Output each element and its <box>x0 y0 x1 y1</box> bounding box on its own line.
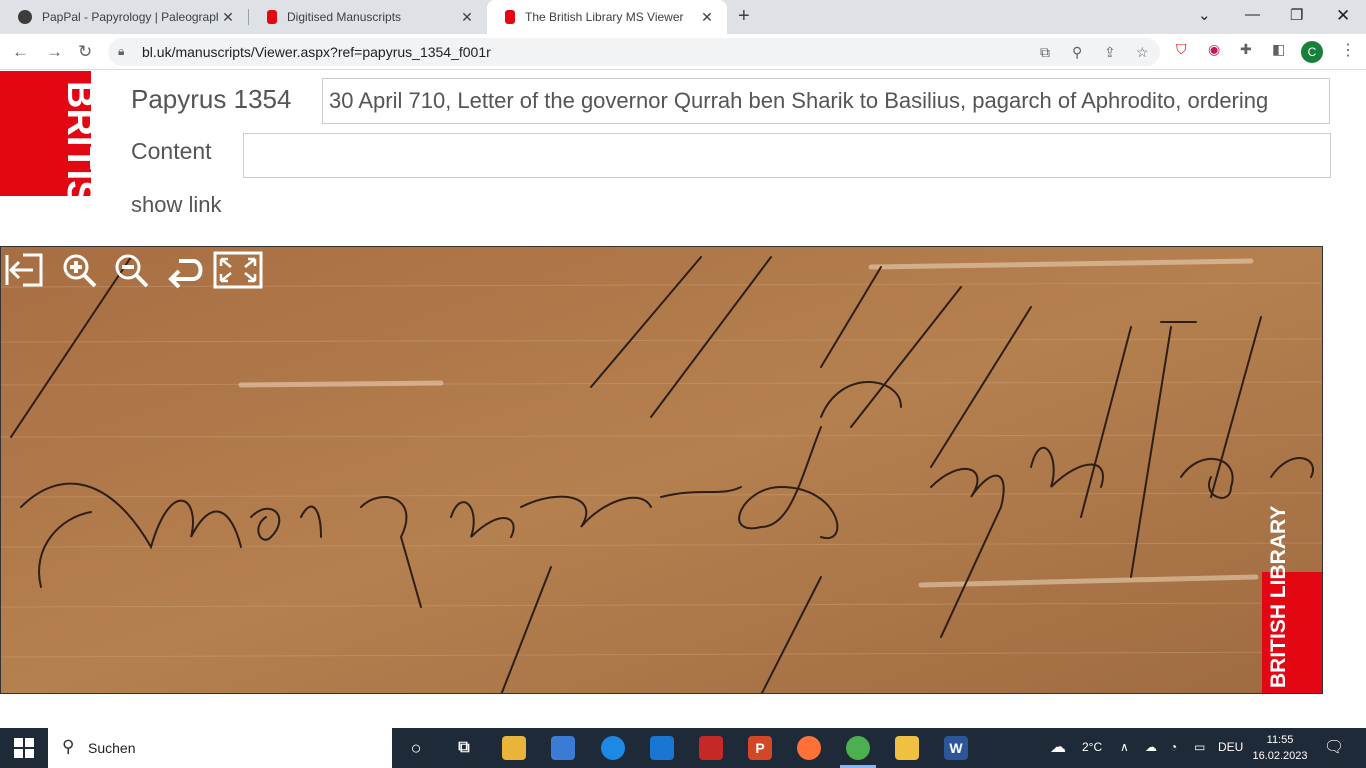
lock-icon[interactable]: 🔒︎ <box>118 44 124 59</box>
content-label: Content <box>131 138 212 164</box>
windows-start-icon[interactable] <box>14 738 34 758</box>
notifications-icon[interactable]: 🗨︎ <box>1324 737 1344 757</box>
extensions-puzzle-icon[interactable]: ✚ <box>1240 41 1252 58</box>
minimize-icon[interactable]: — <box>1245 6 1260 23</box>
profile-avatar[interactable]: C <box>1301 41 1323 63</box>
menu-kebab-icon[interactable]: ⋮ <box>1340 40 1356 60</box>
wifi-icon[interactable]: ◔ <box>1170 740 1177 754</box>
british-library-icon <box>267 10 277 24</box>
tab-bar: PapPal - Papyrology | Paleograph ✕ Digit… <box>0 0 1366 34</box>
weather-icon[interactable]: ☁ <box>1050 737 1066 757</box>
papyrus-image[interactable] <box>1 247 1323 694</box>
translate-icon[interactable]: ⧉ <box>1040 44 1050 61</box>
zoom-icon[interactable]: ⚲ <box>1072 44 1082 61</box>
description-field[interactable]: 30 April 710, Letter of the governor Qur… <box>322 78 1330 124</box>
onedrive-icon[interactable]: ☁ <box>1145 740 1157 754</box>
mail-icon[interactable] <box>650 736 674 760</box>
browser-toolbar: ← → ↻ 🔒︎ bl.uk/manuscripts/Viewer.aspx?r… <box>0 34 1366 70</box>
fullscreen-icon[interactable] <box>213 251 263 289</box>
show-hidden-icons[interactable]: ∧ <box>1120 740 1129 754</box>
windows-taskbar: ⚲ Suchen ○ ⧉ P W ☁ 2°C ∧ ☁ ◔ ▭ DEU 11:55… <box>0 728 1366 768</box>
zoom-out-icon[interactable] <box>111 251 153 289</box>
manuscript-title: Papyrus 1354 <box>131 84 292 114</box>
powerpoint-icon[interactable]: P <box>748 736 772 760</box>
tab-ms-viewer[interactable]: The British Library MS Viewer ✕ <box>487 0 727 34</box>
close-tab-icon[interactable]: ✕ <box>457 9 477 26</box>
british-library-logo[interactable]: BRITISH LIBRARY <box>0 71 91 196</box>
show-link[interactable]: show link <box>131 192 221 218</box>
file-manager-icon[interactable] <box>895 736 919 760</box>
tab-search-icon[interactable]: ⌄ <box>1198 6 1211 24</box>
language-indicator[interactable]: DEU <box>1218 740 1243 754</box>
store-icon[interactable] <box>551 736 575 760</box>
chrome-icon[interactable] <box>846 736 870 760</box>
clock[interactable]: 11:55 16.02.2023 <box>1252 732 1308 764</box>
edge-icon[interactable] <box>601 736 625 760</box>
side-panel-icon[interactable]: ◧ <box>1272 41 1285 58</box>
weather-temp[interactable]: 2°C <box>1082 740 1102 754</box>
pappal-icon <box>18 10 32 24</box>
restore-icon[interactable]: ❐ <box>1290 6 1303 24</box>
extension-lr-icon[interactable]: ◉ <box>1208 41 1220 58</box>
manuscript-viewer[interactable]: BRITISH LIBRARY <box>0 246 1323 694</box>
watermark-text: BRITISH LIBRARY <box>1267 505 1290 688</box>
british-library-icon <box>505 10 515 24</box>
extension-shield-icon[interactable]: ⛉ <box>1176 41 1187 58</box>
close-window-icon[interactable]: ✕ <box>1336 6 1350 26</box>
taskbar-search[interactable]: ⚲ Suchen <box>48 728 392 768</box>
clock-date: 16.02.2023 <box>1252 750 1308 762</box>
back-icon[interactable]: ← <box>12 42 29 62</box>
tab-title: The British Library MS Viewer <box>525 10 684 24</box>
british-library-watermark: BRITISH LIBRARY <box>1262 506 1322 693</box>
address-bar[interactable]: 🔒︎ bl.uk/manuscripts/Viewer.aspx?ref=pap… <box>108 38 1160 66</box>
battery-icon[interactable]: ▭ <box>1194 740 1205 754</box>
bookmark-star-icon[interactable]: ☆ <box>1136 44 1149 61</box>
word-icon[interactable]: W <box>944 736 968 760</box>
reload-icon[interactable]: ↻ <box>78 42 92 62</box>
rotate-icon[interactable] <box>163 251 205 289</box>
tab-title: PapPal - Papyrology | Paleograph <box>42 10 218 24</box>
acrobat-icon[interactable] <box>699 736 723 760</box>
tab-digitised-manuscripts[interactable]: Digitised Manuscripts ✕ <box>249 0 487 34</box>
close-tab-icon[interactable]: ✕ <box>697 9 717 26</box>
clock-time: 11:55 <box>1266 734 1294 746</box>
logo-text: BRITISH LIBRARY <box>59 81 91 196</box>
search-icon: ⚲ <box>62 737 75 756</box>
tab-pappal[interactable]: PapPal - Papyrology | Paleograph ✕ <box>0 0 248 34</box>
share-icon[interactable]: ⇪ <box>1104 44 1116 61</box>
firefox-icon[interactable] <box>797 736 821 760</box>
task-view-icon[interactable]: ⧉ <box>452 736 476 760</box>
url-text: bl.uk/manuscripts/Viewer.aspx?ref=papyru… <box>142 44 491 60</box>
content-field[interactable] <box>243 133 1331 178</box>
search-placeholder: Suchen <box>88 740 136 756</box>
close-tab-icon[interactable]: ✕ <box>218 9 238 26</box>
zoom-in-icon[interactable] <box>59 251 101 289</box>
cortana-icon[interactable]: ○ <box>404 736 428 760</box>
tab-title: Digitised Manuscripts <box>287 10 402 24</box>
file-explorer-icon[interactable] <box>502 736 526 760</box>
exit-icon[interactable] <box>3 251 45 289</box>
new-tab-icon[interactable]: + <box>738 5 750 28</box>
forward-icon[interactable]: → <box>46 42 63 62</box>
